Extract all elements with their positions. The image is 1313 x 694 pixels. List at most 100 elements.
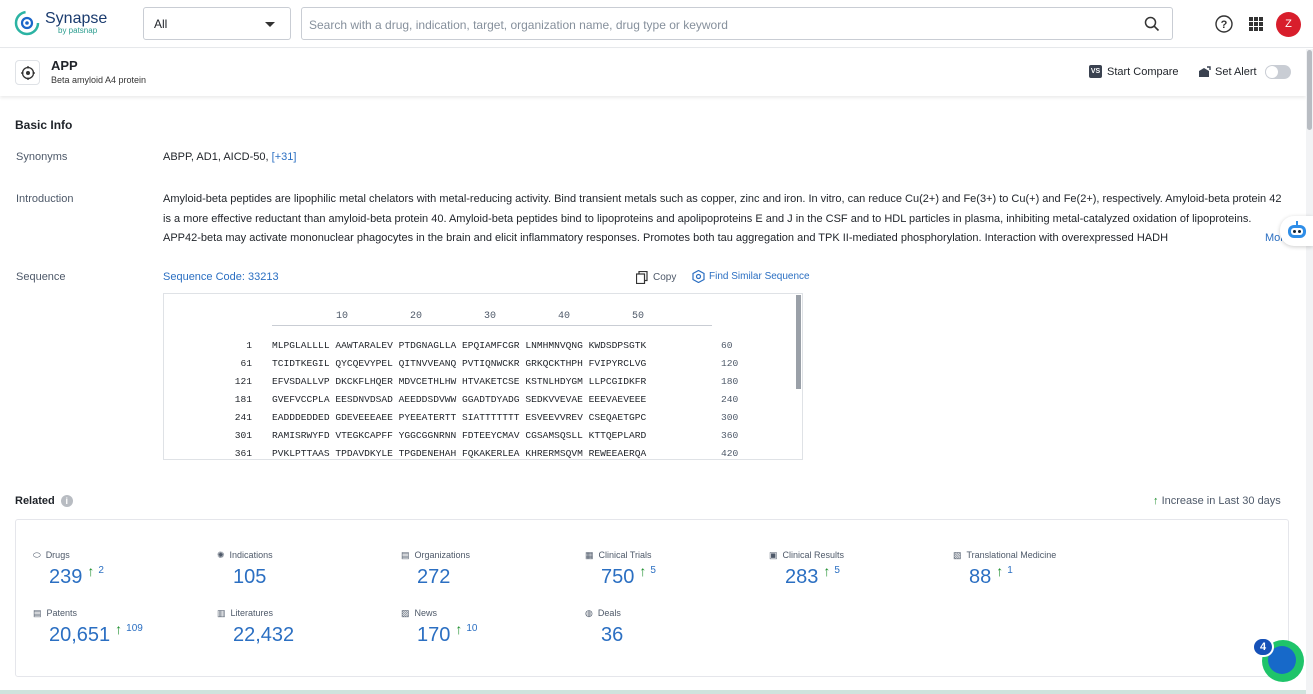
sequence-row: 301 RAMISRWYFD VTEGKCAPFF YGGCGGNRNN FDT… [164,430,794,448]
page-scrollbar-thumb[interactable] [1307,50,1312,130]
stat-label: Organizations [415,550,471,560]
sequence-row-residues: EADDDEDDED GDEVEEEAEE PYEEATERTT SIATTTT… [272,412,646,423]
sequence-row-start: 361 [235,448,252,459]
search-icon[interactable] [1144,16,1160,32]
page-scrollbar-track[interactable] [1306,49,1313,694]
alert-bell-icon [1198,66,1211,78]
stat-indications[interactable]: ✺Indications 105 [217,549,273,589]
stat-value: 272 [417,566,450,589]
target-icon [15,60,40,85]
sequence-row: 361 PVKLPTTAAS TPDAVDKYLE TPGDENEHAH FQK… [164,448,794,460]
chat-notification-badge: 4 [1252,637,1274,657]
target-header: APP Beta amyloid A4 protein VS Start Com… [0,49,1306,96]
compare-icon: VS [1089,65,1102,78]
set-alert-label: Set Alert [1215,66,1257,78]
increase-arrow-icon: ↑ [1153,495,1159,507]
pill-icon: ⬭ [33,550,41,561]
stat-value: 20,651 [49,624,110,647]
apps-grid-icon[interactable] [1249,17,1263,31]
ruler-line [272,325,712,326]
synonyms-list: ABPP, AD1, AICD-50, [163,151,269,163]
sequence-row-residues: TCIDTKEGIL QYCQEVYPEL QITNVVEANQ PVTIQNW… [272,358,646,369]
sequence-row: 241 EADDDEDDED GDEVEEEAEE PYEEATERTT SIA… [164,412,794,430]
increase-arrow-icon: ↑ [639,565,646,577]
stat-value: 36 [601,624,623,647]
synapse-logo-icon [14,10,40,36]
introduction-text: Amyloid-beta peptides are lipophilic met… [163,190,1283,248]
search-placeholder: Search with a drug, indication, target, … [309,18,728,32]
sequence-row-start: 61 [240,358,252,369]
stat-value: 283 [785,566,818,589]
category-select-value: All [154,17,167,31]
robot-icon [1286,221,1308,241]
set-alert-toggle[interactable] [1265,65,1291,79]
copy-label: Copy [653,272,676,283]
increase-arrow-icon: ↑ [996,565,1003,577]
search-input[interactable]: Search with a drug, indication, target, … [301,7,1173,40]
synonyms-value: ABPP, AD1, AICD-50, [+31] [163,151,296,163]
stat-clinical-trials[interactable]: ▦Clinical Trials 750↑5 [585,549,656,589]
stat-organizations[interactable]: ▤ Organizations 272 [401,549,470,589]
stat-deals[interactable]: ◍Deals 36 [585,607,623,647]
handshake-icon: ◍ [585,608,593,619]
stat-increase: 1 [1007,565,1013,577]
start-compare-label: Start Compare [1107,66,1179,78]
introduction-label: Introduction [16,193,73,205]
stat-clinical-results[interactable]: ▣Clinical Results 283↑5 [769,549,844,589]
sequence-code-link[interactable]: Sequence Code: 33213 [163,271,279,283]
stat-label: Clinical Results [783,550,845,560]
stat-label: News [415,608,438,618]
stat-label: Clinical Trials [599,550,652,560]
stat-literatures[interactable]: ▥Literatures 22,432 [217,607,294,647]
sequence-row-end: 240 [721,394,738,405]
sequence-row-residues: PVKLPTTAAS TPDAVDKYLE TPGDENEHAH FQKAKER… [272,448,646,459]
chevron-down-icon [265,22,275,27]
stat-label: Literatures [231,608,274,618]
find-similar-sequence-button[interactable]: Find Similar Sequence [692,270,810,283]
sequence-row-end: 180 [721,376,738,387]
stat-value: 170 [417,624,450,647]
clipboard-icon: ▦ [585,550,594,561]
start-compare-button[interactable]: VS Start Compare [1089,65,1179,78]
user-avatar[interactable]: Z [1276,12,1301,37]
stat-value: 22,432 [233,624,294,647]
synonyms-label: Synonyms [16,151,67,163]
sequence-row-residues: GVEFVCCPLA EESDNVDSAD AEEDDSDVWW GGADTDY… [272,394,646,405]
increase-arrow-icon: ↑ [455,623,462,635]
stat-news[interactable]: ▨News 170↑10 [401,607,478,647]
app-byline: by patsnap [58,27,107,35]
sequence-viewer[interactable]: 10 20 30 40 50 1 MLPGLALLLL AAWTARALEV P… [163,293,803,460]
stat-patents[interactable]: ▤Patents 20,651↑109 [33,607,143,647]
flask-doc-icon: ▧ [953,550,962,561]
stat-drugs[interactable]: ⬭Drugs 239↑2 [33,549,104,589]
sequence-row-end: 60 [721,340,733,351]
info-icon[interactable]: i [61,495,73,507]
set-alert-control[interactable]: Set Alert [1198,65,1291,79]
related-heading-label: Related [15,495,55,507]
sequence-row-start: 121 [235,376,252,387]
synonyms-more-link[interactable]: [+31] [272,151,297,163]
sequence-row-end: 420 [721,448,738,459]
building-icon: ▤ [401,550,410,561]
sequence-scrollbar-thumb[interactable] [796,295,801,389]
stat-label: Drugs [46,550,70,560]
category-select[interactable]: All [143,7,291,40]
stat-translational-medicine[interactable]: ▧Translational Medicine 88↑1 [953,549,1056,589]
sequence-row-residues: RAMISRWYFD VTEGKCAPFF YGGCGGNRNN FDTEEYC… [272,430,646,441]
copy-button[interactable]: Copy [636,271,676,284]
stat-value: 239 [49,566,82,589]
stat-increase: 2 [98,565,104,577]
ruler-tick: 10 [336,311,348,322]
related-stats-panel: ⬭ Drugs 239 ↑ 2 ✺Indications 105 ▤ Organizat… [15,519,1289,677]
ruler-tick: 20 [410,311,422,322]
sequence-row-end: 360 [721,430,738,441]
sequence-row-end: 300 [721,412,738,423]
sequence-row-start: 181 [235,394,252,405]
synapse-logo[interactable]: Synapse by patsnap [14,10,107,36]
help-icon[interactable]: ? [1215,15,1233,33]
assistant-robot-button[interactable] [1280,216,1313,246]
target-title: APP [51,58,78,73]
increase-legend: ↑ Increase in Last 30 days [1153,495,1281,507]
increase-legend-label: Increase in Last 30 days [1162,495,1281,507]
stat-label: Indications [230,550,273,560]
